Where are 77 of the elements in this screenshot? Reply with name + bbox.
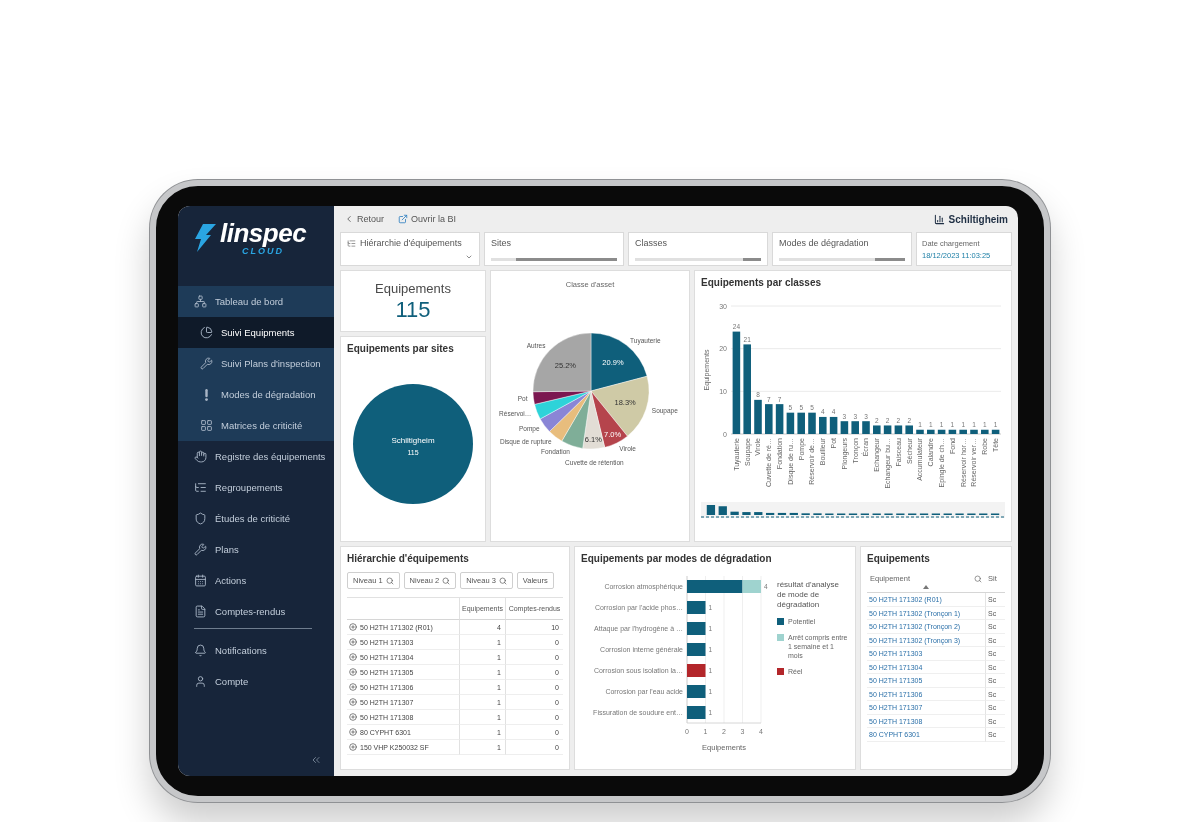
bar [840, 421, 849, 434]
bar [937, 429, 946, 434]
bar [991, 429, 1000, 434]
exclamation-icon [205, 388, 208, 401]
bar-chart-icon [933, 213, 945, 225]
back-link[interactable]: Retour [344, 214, 384, 224]
bar [851, 421, 859, 434]
bar [894, 425, 903, 434]
list-tree-icon [347, 238, 356, 248]
bar [883, 425, 892, 434]
document-icon [194, 605, 207, 618]
caret-icon [465, 253, 473, 261]
bar [687, 664, 706, 677]
bar [765, 404, 773, 434]
search-icon [442, 576, 451, 585]
bar [862, 421, 870, 434]
double-chevron-left-icon[interactable] [310, 754, 322, 766]
wrench-icon [200, 357, 213, 370]
bar [786, 412, 795, 434]
kpi-label: Equipements [375, 281, 451, 296]
shield-icon [194, 512, 207, 525]
bar [797, 412, 805, 434]
filter-pane[interactable]: Sites [484, 232, 624, 266]
bar [959, 429, 967, 434]
bar [970, 429, 978, 434]
bar [873, 425, 881, 434]
sidebar-item[interactable]: Tableau de bord [178, 286, 334, 317]
sidebar-item[interactable]: Modes de dégradation [178, 379, 334, 410]
bar [687, 622, 706, 635]
bar [916, 429, 924, 434]
bar [775, 404, 784, 434]
bar [687, 706, 706, 719]
legend-title: résultat d'analyse de mode de dégradation [777, 580, 840, 610]
bolt-logo-icon [194, 224, 216, 252]
sidebar-item[interactable]: Matrices de criticité [178, 410, 334, 441]
grid-icon [200, 419, 213, 432]
bar [687, 643, 706, 656]
chart-title: Equipements par sites [347, 342, 454, 356]
bar [829, 416, 838, 434]
filter-pane[interactable]: Classes [628, 232, 768, 266]
bar [927, 429, 935, 434]
table-title: Equipements [867, 552, 930, 566]
chevron-left-icon [344, 214, 354, 224]
bar [981, 429, 989, 434]
chart-navigator[interactable] [701, 502, 1005, 518]
wrench-icon [194, 543, 207, 556]
external-link-icon [398, 214, 408, 224]
kpi-value: 115 [395, 299, 431, 321]
hand-icon [194, 450, 207, 463]
bar [819, 416, 827, 434]
bar [687, 685, 706, 698]
bar [687, 601, 706, 614]
bell-icon [194, 644, 207, 657]
search-icon [498, 576, 507, 585]
filter-pane[interactable]: Modes de dégradation [772, 232, 912, 266]
dropdown-field[interactable]: Hiérarchie d'équipements [340, 232, 480, 266]
sidebar-item[interactable]: Suivi Equipments [178, 317, 334, 348]
logo-text: linspec [220, 220, 307, 246]
logo-tagline: CLOUD [242, 246, 284, 256]
chart-title: Equipements par classes [701, 276, 822, 290]
bar [905, 425, 913, 434]
pie-chart-icon [200, 326, 213, 339]
calendar-icon [194, 574, 207, 587]
search-icon [974, 574, 982, 583]
search-icon [385, 576, 394, 585]
user-icon [194, 675, 207, 688]
slice-label: Schiltigheim [391, 436, 435, 445]
sidebar-item[interactable]: Suivi Plans d'inspection [178, 348, 334, 379]
bar [808, 412, 816, 434]
site-name: Schiltigheim [948, 213, 1008, 225]
bar [754, 399, 762, 434]
list-tree-icon [194, 481, 207, 494]
network-icon [194, 295, 207, 308]
table-title: Hiérarchie d'équipements [347, 552, 469, 566]
bar [948, 429, 957, 434]
open-bi-link[interactable]: Ouvrir la BI [398, 214, 457, 224]
chart-title: Equipements par modes de dégradation [581, 552, 772, 566]
